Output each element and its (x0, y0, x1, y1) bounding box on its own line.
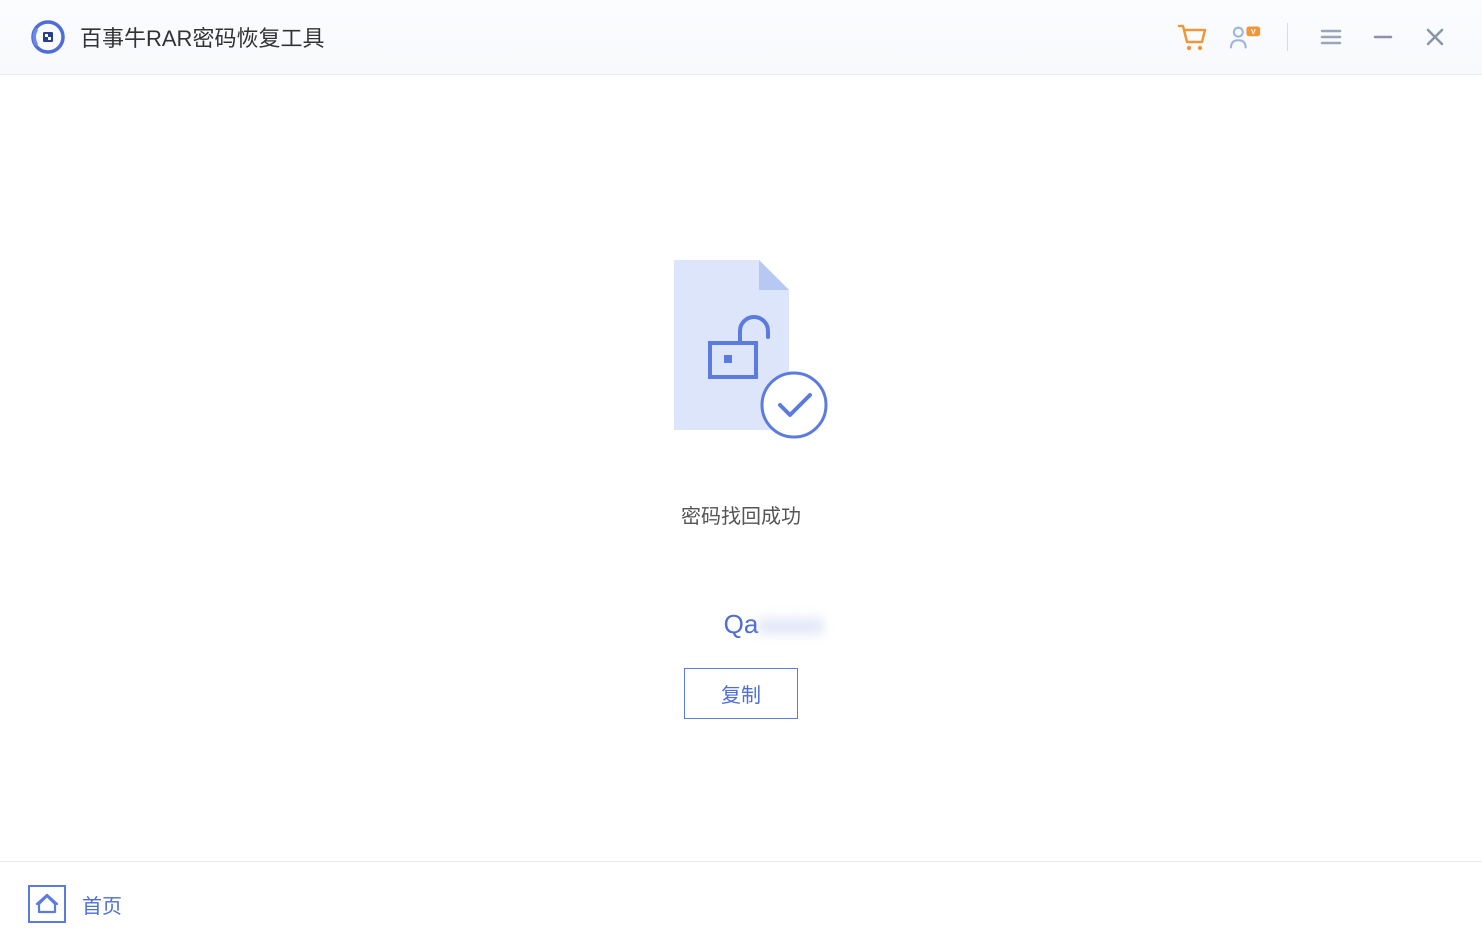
home-button[interactable]: 首页 (28, 885, 122, 923)
home-icon (28, 885, 66, 923)
main-content: 密码找回成功 Qaxxxxx 复制 (0, 75, 1482, 861)
recovered-password: Qaxxxxx (724, 609, 759, 640)
app-header: 百事牛RAR密码恢复工具 V (0, 0, 1482, 75)
menu-icon[interactable] (1314, 20, 1348, 54)
password-visible-prefix: Qa (724, 609, 759, 639)
close-icon[interactable] (1418, 20, 1452, 54)
cart-icon[interactable] (1175, 20, 1209, 54)
minimize-icon[interactable] (1366, 20, 1400, 54)
success-message: 密码找回成功 (681, 500, 801, 529)
app-logo (30, 19, 66, 55)
password-blurred-part: xxxxx (758, 609, 823, 640)
svg-text:V: V (1251, 27, 1256, 36)
account-icon[interactable]: V (1227, 20, 1261, 54)
copy-button[interactable]: 复制 (684, 668, 798, 719)
app-title: 百事牛RAR密码恢复工具 (80, 21, 324, 53)
success-file-unlocked-icon (654, 255, 829, 440)
header-right: V (1175, 20, 1452, 54)
header-divider (1287, 23, 1288, 51)
header-left: 百事牛RAR密码恢复工具 (30, 19, 324, 55)
footer: 首页 (0, 861, 1482, 946)
home-label: 首页 (82, 890, 122, 919)
